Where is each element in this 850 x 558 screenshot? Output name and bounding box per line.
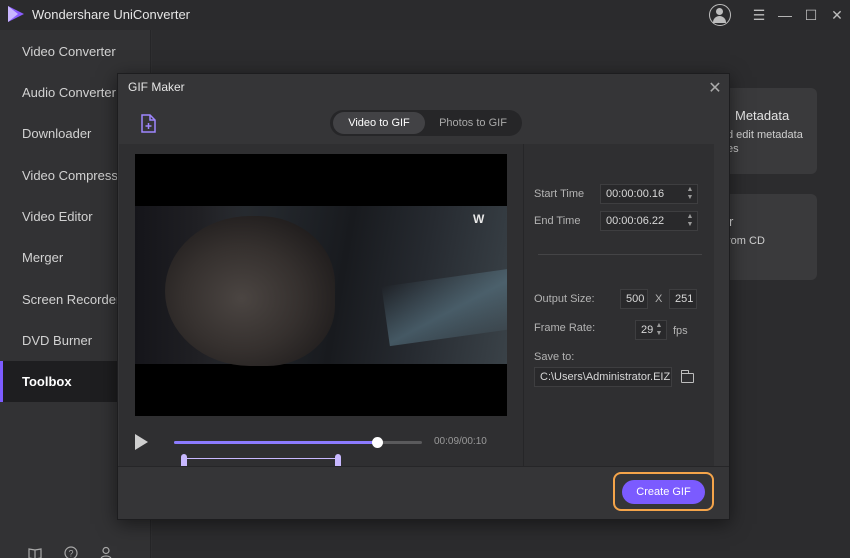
dialog-title: GIF Maker — [128, 80, 185, 94]
end-time-field[interactable]: 00:00:06.22 ▲ ▼ — [600, 211, 698, 231]
close-icon[interactable]: ✕ — [824, 0, 850, 30]
width-field[interactable]: 500 — [620, 289, 648, 309]
frame-rate-field[interactable]: 29 ▲ ▼ — [635, 320, 667, 340]
minimize-icon[interactable]: — — [772, 0, 798, 30]
frame-rate-value: 29 — [641, 324, 654, 336]
video-frame — [135, 206, 507, 366]
play-icon[interactable] — [135, 434, 148, 450]
create-gif-highlight: Create GIF — [613, 472, 714, 511]
dialog-footer: Create GIF — [118, 466, 729, 519]
save-to-label: Save to: — [534, 351, 575, 363]
start-time-value: 00:00:00.16 — [606, 188, 665, 200]
output-size-label: Output Size: — [534, 293, 595, 305]
video-preview: W — [135, 154, 507, 416]
settings-pane: Start Time 00:00:00.16 ▲ ▼ End Time 00:00… — [524, 144, 714, 466]
height-field[interactable]: 251 — [669, 289, 697, 309]
watermark-logo-icon: W — [473, 212, 484, 226]
menu-icon[interactable]: ☰ — [746, 0, 772, 30]
frame-rate-label: Frame Rate: — [534, 322, 596, 334]
svg-text:?: ? — [69, 549, 74, 558]
app-window: Wondershare UniConverter ☰ — ☐ ✕ Video C… — [0, 0, 850, 558]
add-file-icon[interactable] — [140, 114, 158, 134]
seek-progress — [174, 441, 378, 444]
card-text: d edit metadata — [727, 129, 803, 141]
title-bar: Wondershare UniConverter ☰ — ☐ ✕ — [0, 0, 850, 30]
seek-thumb[interactable] — [372, 437, 384, 448]
sidebar-item-video-converter[interactable]: Video Converter — [0, 31, 151, 72]
create-gif-button[interactable]: Create GIF — [622, 480, 705, 504]
fps-unit: fps — [673, 325, 688, 337]
card-title: Metadata — [735, 108, 790, 123]
start-time-field[interactable]: 00:00:00.16 ▲ ▼ — [600, 184, 698, 204]
start-time-label: Start Time — [534, 188, 585, 200]
folder-icon[interactable] — [680, 370, 694, 383]
book-icon[interactable] — [27, 546, 43, 558]
seek-slider[interactable] — [174, 437, 422, 448]
close-icon[interactable]: ✕ — [708, 78, 722, 97]
stepper-icon[interactable]: ▲ ▼ — [686, 213, 694, 229]
tab-photos-to-gif[interactable]: Photos to GIF — [427, 112, 519, 134]
maximize-icon[interactable]: ☐ — [798, 0, 824, 30]
gif-maker-dialog: GIF Maker ✕ Video to GIF Photos to GIF W — [117, 73, 730, 520]
help-icon[interactable]: ? — [63, 546, 79, 558]
stepper-icon[interactable]: ▲ ▼ — [686, 186, 694, 202]
size-separator: X — [655, 293, 663, 305]
app-logo-icon — [8, 6, 24, 22]
account-icon[interactable] — [99, 546, 115, 558]
account-icon[interactable] — [709, 4, 731, 26]
save-path-field[interactable]: C:\Users\Administrator.EIZE5 — [534, 367, 672, 387]
end-time-value: 00:00:06.22 — [606, 215, 665, 227]
cd-ripper-card[interactable]: r rom CD — [717, 194, 817, 280]
tab-video-to-gif[interactable]: Video to GIF — [333, 112, 425, 134]
end-time-label: End Time — [534, 215, 581, 227]
divider — [538, 254, 702, 255]
time-readout: 00:09/00:10 — [434, 436, 487, 447]
mode-switch: Video to GIF Photos to GIF — [330, 110, 522, 136]
app-title: Wondershare UniConverter — [32, 7, 190, 22]
stepper-icon[interactable]: ▲ ▼ — [655, 322, 663, 338]
card-text: rom CD — [727, 235, 765, 247]
preview-pane: W 00:09/00:10 — [119, 144, 523, 468]
trim-range-line — [187, 458, 335, 459]
metadata-card[interactable]: Metadata d edit metadata es — [717, 88, 817, 174]
